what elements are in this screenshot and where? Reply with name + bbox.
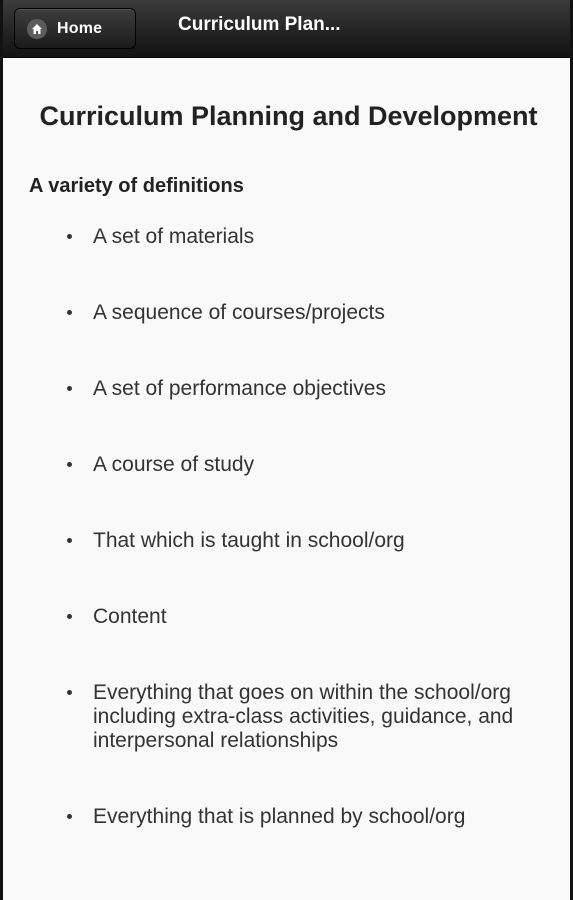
app-window: Home Curriculum Plan... Curriculum Plann… bbox=[0, 0, 573, 900]
list-item: That which is taught in school/org bbox=[67, 529, 533, 553]
main-content: Curriculum Planning and Development A va… bbox=[3, 58, 570, 900]
page-title: Curriculum Plan... bbox=[178, 14, 341, 35]
content-heading: Curriculum Planning and Development bbox=[39, 101, 538, 131]
list-item: Everything that goes on within the schoo… bbox=[67, 681, 533, 753]
bullet-icon bbox=[67, 614, 72, 619]
bullet-icon bbox=[67, 386, 72, 391]
list-item: Everything that is planned by school/org bbox=[67, 805, 533, 829]
bullet-icon bbox=[67, 690, 72, 695]
list-item: A set of performance objectives bbox=[67, 377, 533, 401]
home-icon bbox=[27, 18, 47, 39]
definitions-list: A set of materials A sequence of courses… bbox=[29, 225, 548, 829]
home-button[interactable]: Home bbox=[14, 8, 136, 49]
list-item-text: A course of study bbox=[93, 453, 255, 476]
list-item: A course of study bbox=[67, 453, 533, 477]
bullet-icon bbox=[67, 814, 72, 819]
list-item-text: Everything that is planned by school/org bbox=[93, 805, 466, 828]
list-item-text: A set of materials bbox=[93, 225, 255, 248]
section-subheading: A variety of definitions bbox=[29, 175, 244, 197]
list-item: A set of materials bbox=[67, 225, 533, 249]
list-item-text: A set of performance objectives bbox=[93, 377, 386, 400]
list-item-text: That which is taught in school/org bbox=[93, 529, 405, 552]
bullet-icon bbox=[67, 234, 72, 239]
bullet-icon bbox=[67, 538, 72, 543]
bullet-icon bbox=[67, 310, 72, 315]
list-item-text: Everything that goes on within the schoo… bbox=[93, 681, 514, 752]
list-item: A sequence of courses/projects bbox=[67, 301, 533, 325]
list-item-text: Content bbox=[93, 605, 167, 628]
list-item-text: A sequence of courses/projects bbox=[93, 301, 385, 324]
home-button-label: Home bbox=[57, 19, 103, 37]
list-item: Content bbox=[67, 605, 533, 629]
header-bar: Home Curriculum Plan... bbox=[3, 0, 570, 58]
bullet-icon bbox=[67, 462, 72, 467]
